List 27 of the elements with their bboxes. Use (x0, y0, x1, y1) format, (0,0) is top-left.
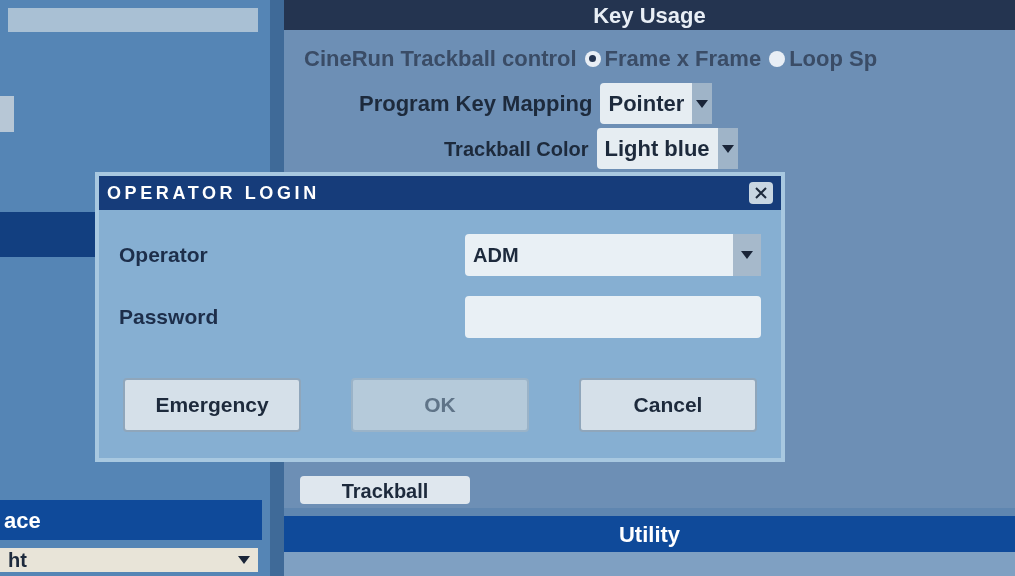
setting-label: Trackball Color (444, 136, 589, 162)
dialog-title: OPERATOR LOGIN (107, 181, 320, 205)
color-dropdown[interactable]: Light blue (596, 128, 738, 169)
close-icon (755, 187, 767, 199)
caret-icon (741, 251, 753, 259)
radio-button[interactable] (584, 50, 601, 67)
radio-label: Frame x Frame (604, 45, 762, 73)
trackball-button[interactable]: Trackball (300, 476, 470, 504)
field-label: Operator (119, 242, 208, 269)
section-title: Key Usage (593, 1, 706, 30)
caret-icon (721, 144, 734, 153)
close-button[interactable] (749, 182, 773, 204)
mapping-dropdown[interactable]: Pointer (600, 83, 713, 124)
setting-label: Program Key Mapping (359, 90, 593, 118)
dialog-button[interactable]: Emergency (123, 378, 301, 432)
dropdown[interactable]: ht (0, 548, 258, 572)
section-title: Utility (618, 520, 681, 549)
operator-dropdown[interactable]: ADM (465, 234, 761, 276)
radio-label: Loop Sp (789, 45, 878, 73)
panel-title: ace (4, 506, 41, 535)
password-field[interactable] (465, 296, 761, 338)
dialog-button[interactable]: Cancel (579, 378, 757, 432)
caret-icon (696, 99, 709, 108)
setting-label: CineRun Trackball control (304, 45, 577, 73)
caret-icon (238, 556, 250, 564)
radio-button[interactable] (769, 50, 786, 67)
field-label: Password (119, 304, 219, 331)
